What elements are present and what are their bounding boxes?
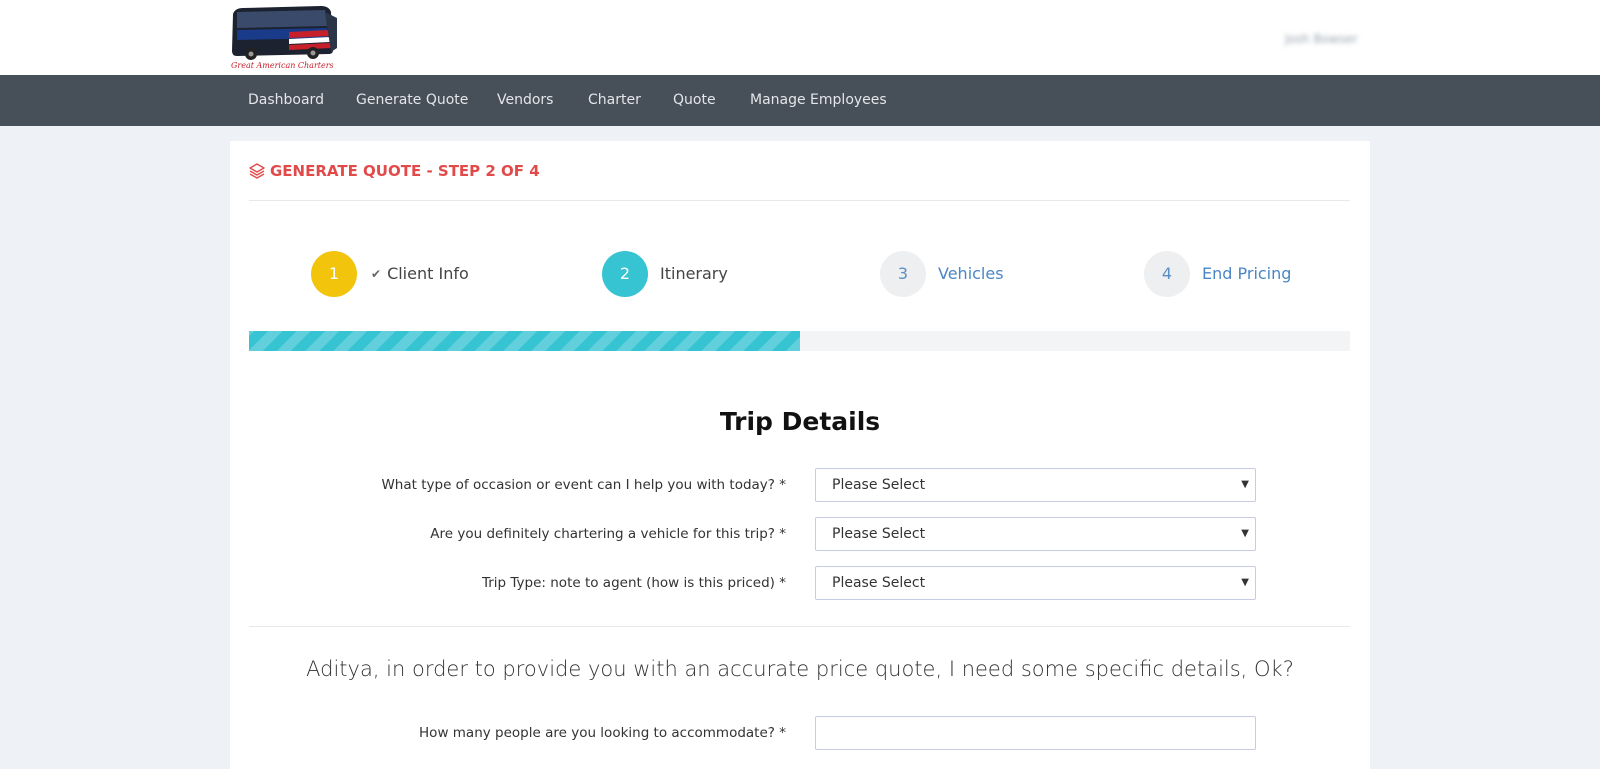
user-menu[interactable]: Josh Bowser	[1285, 32, 1358, 46]
chevron-down-icon: ▼	[1241, 577, 1249, 588]
trip-type-row: Trip Type: note to agent (how is this pr…	[230, 566, 1370, 600]
layers-icon	[249, 163, 265, 179]
nav-generate-quote[interactable]: Generate Quote	[356, 75, 468, 126]
passengers-label: How many people are you looking to accom…	[419, 725, 786, 741]
step-1-client-info[interactable]: ✔ Client Info	[371, 263, 469, 285]
step-3-vehicles[interactable]: Vehicles	[938, 263, 1004, 285]
chartering-select[interactable]: Please Select ▼	[815, 517, 1256, 551]
check-icon: ✔	[371, 267, 382, 281]
trip-type-select-value: Please Select	[832, 575, 926, 591]
step-4-end-pricing[interactable]: End Pricing	[1202, 263, 1291, 285]
step-2-circle[interactable]: 2	[602, 251, 648, 297]
step-2-itinerary[interactable]: Itinerary	[660, 263, 728, 285]
step-3-label: Vehicles	[938, 264, 1004, 283]
step-4-circle[interactable]: 4	[1144, 251, 1190, 297]
step-2-label: Itinerary	[660, 264, 728, 283]
step-1-label: Client Info	[387, 264, 469, 283]
occasion-label: What type of occasion or event can I hel…	[381, 477, 786, 493]
passengers-row: How many people are you looking to accom…	[230, 716, 1370, 750]
progress-fill	[249, 331, 800, 351]
step-4-label: End Pricing	[1202, 264, 1292, 283]
trip-type-label: Trip Type: note to agent (how is this pr…	[481, 575, 786, 591]
svg-text:Great American Charters: Great American Charters	[231, 61, 334, 70]
occasion-select[interactable]: Please Select ▼	[815, 468, 1256, 502]
top-header: Great American Charters Josh Bowser	[0, 0, 1600, 75]
nav-vendors[interactable]: Vendors	[497, 75, 553, 126]
logo-wordmark: Great American Charters	[231, 61, 334, 70]
company-logo[interactable]: Great American Charters	[229, 4, 341, 72]
nav-dashboard[interactable]: Dashboard	[248, 75, 324, 126]
generate-quote-panel: GENERATE QUOTE - STEP 2 OF 4 1 ✔ Client …	[230, 141, 1370, 769]
page-title-text: GENERATE QUOTE - STEP 2 OF 4	[270, 162, 540, 180]
page-title: GENERATE QUOTE - STEP 2 OF 4	[249, 161, 540, 181]
wizard-progress-bar	[249, 331, 1350, 351]
occasion-select-value: Please Select	[832, 477, 926, 493]
chartering-row: Are you definitely chartering a vehicle …	[230, 517, 1370, 551]
chartering-select-value: Please Select	[832, 526, 926, 542]
chevron-down-icon: ▼	[1241, 479, 1249, 490]
trip-type-select[interactable]: Please Select ▼	[815, 566, 1256, 600]
main-navbar: Dashboard Generate Quote Vendors Charter…	[0, 75, 1600, 126]
title-divider	[249, 200, 1350, 201]
trip-details-heading: Trip Details	[719, 407, 881, 436]
section-divider	[249, 626, 1350, 627]
chevron-down-icon: ▼	[1241, 528, 1249, 539]
details-prompt: Aditya, in order to provide you with an …	[306, 657, 1294, 681]
step-1-circle[interactable]: 1	[311, 251, 357, 297]
nav-quote[interactable]: Quote	[673, 75, 716, 126]
nav-charter[interactable]: Charter	[588, 75, 641, 126]
step-3-circle[interactable]: 3	[880, 251, 926, 297]
occasion-row: What type of occasion or event can I hel…	[230, 468, 1370, 502]
passengers-input[interactable]	[815, 716, 1256, 750]
nav-manage-employees[interactable]: Manage Employees	[750, 75, 887, 126]
chartering-label: Are you definitely chartering a vehicle …	[430, 526, 786, 542]
